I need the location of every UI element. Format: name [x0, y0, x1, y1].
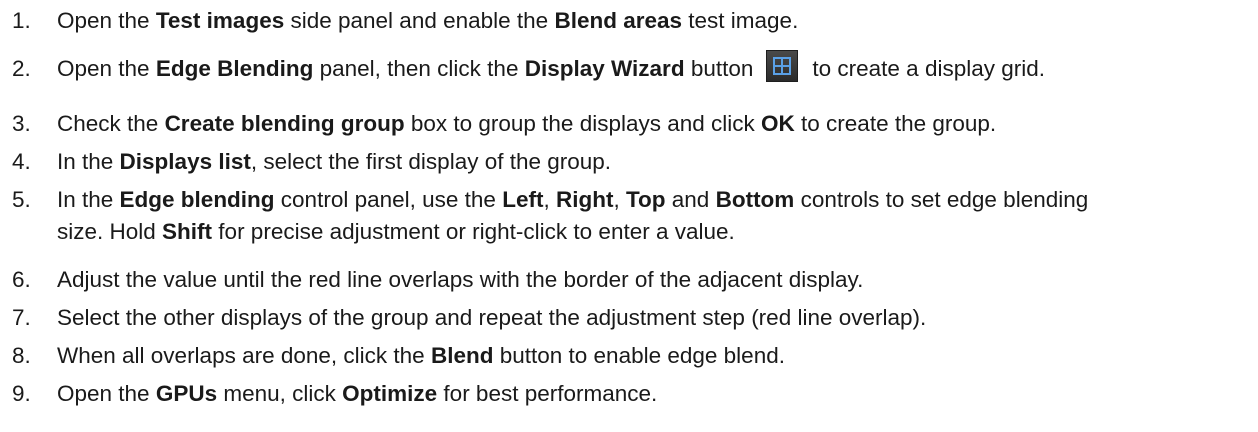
- step-text-segment: Select the other displays of the group a…: [57, 305, 927, 330]
- ui-term: Blend: [430, 343, 494, 368]
- step-text-segment: and: [665, 187, 716, 212]
- step-text-segment: to create a display grid.: [812, 56, 1045, 81]
- step-text-segment: In the: [57, 187, 120, 212]
- step-number: 2.: [12, 56, 31, 81]
- step-text-segment: menu, click: [217, 381, 343, 406]
- step-text-segment: side panel and enable the: [284, 8, 555, 33]
- step-text-continued: size. Hold Shift for precise adjustment …: [57, 218, 735, 245]
- ui-term: Optimize: [342, 381, 438, 406]
- step-text-segment: Adjust the value until the red line over…: [57, 267, 864, 292]
- step-text-segment: Open the: [57, 56, 156, 81]
- ui-term: Right: [555, 187, 614, 212]
- step-text: Open the GPUs menu, click Optimize for b…: [57, 380, 657, 407]
- step-text-segment: box to group the displays and click: [404, 111, 762, 136]
- step-text: In the Displays list, select the first d…: [57, 148, 611, 175]
- step-text-segment: button: [684, 56, 754, 81]
- step-text-segment: size. Hold: [57, 219, 163, 244]
- step-text-segment: controls to set edge blending: [794, 187, 1089, 212]
- ui-term: Top: [625, 187, 666, 212]
- ui-term: Displays list: [119, 149, 251, 174]
- step-text: When all overlaps are done, click the Bl…: [57, 342, 785, 369]
- step-text: Select the other displays of the group a…: [57, 304, 926, 331]
- ui-term: Bottom: [715, 187, 795, 212]
- display-wizard-icon: [766, 50, 799, 83]
- step-text-segment: When all overlaps are done, click the: [57, 343, 431, 368]
- step-text-segment: control panel, use the: [274, 187, 503, 212]
- step-text: Adjust the value until the red line over…: [57, 266, 863, 293]
- step-text: Open the Edge Blending panel, then click…: [57, 50, 1045, 83]
- step-text: Open the Test images side panel and enab…: [57, 7, 798, 34]
- step-text-segment: ,: [613, 187, 626, 212]
- step-text: In the Edge blending control panel, use …: [57, 186, 1088, 213]
- step-text-segment: Open the: [57, 8, 156, 33]
- step-text-segment: Check the: [57, 111, 165, 136]
- step-text: Check the Create blending group box to g…: [57, 110, 996, 137]
- step-number: 9.: [12, 381, 31, 406]
- step-number: 4.: [12, 149, 31, 174]
- ui-term: Test images: [155, 8, 285, 33]
- ui-term: Edge blending: [119, 187, 275, 212]
- ui-term: Blend areas: [554, 8, 683, 33]
- step-text-segment: for precise adjustment or right-click to…: [212, 219, 735, 244]
- ui-term: Shift: [162, 219, 213, 244]
- step-text-segment: In the: [57, 149, 120, 174]
- step-number: 6.: [12, 267, 31, 292]
- step-text-segment: to create the group.: [794, 111, 997, 136]
- step-text-segment: button to enable edge blend.: [493, 343, 785, 368]
- ui-term: Left: [502, 187, 544, 212]
- ui-term: Edge Blending: [155, 56, 314, 81]
- step-text-segment: Open the: [57, 381, 156, 406]
- step-text-segment: for best performance.: [437, 381, 658, 406]
- step-number: 7.: [12, 305, 31, 330]
- step-number: 5.: [12, 187, 31, 212]
- ui-term: GPUs: [155, 381, 218, 406]
- step-number: 8.: [12, 343, 31, 368]
- step-number: 1.: [12, 8, 31, 33]
- step-number: 3.: [12, 111, 31, 136]
- step-text-segment: ,: [543, 187, 556, 212]
- ui-term: OK: [761, 111, 795, 136]
- ui-term: Display Wizard: [524, 56, 685, 81]
- step-text-segment: panel, then click the: [313, 56, 525, 81]
- ui-term: Create blending group: [164, 111, 405, 136]
- step-text-segment: test image.: [682, 8, 799, 33]
- step-text-segment: , select the first display of the group.: [250, 149, 612, 174]
